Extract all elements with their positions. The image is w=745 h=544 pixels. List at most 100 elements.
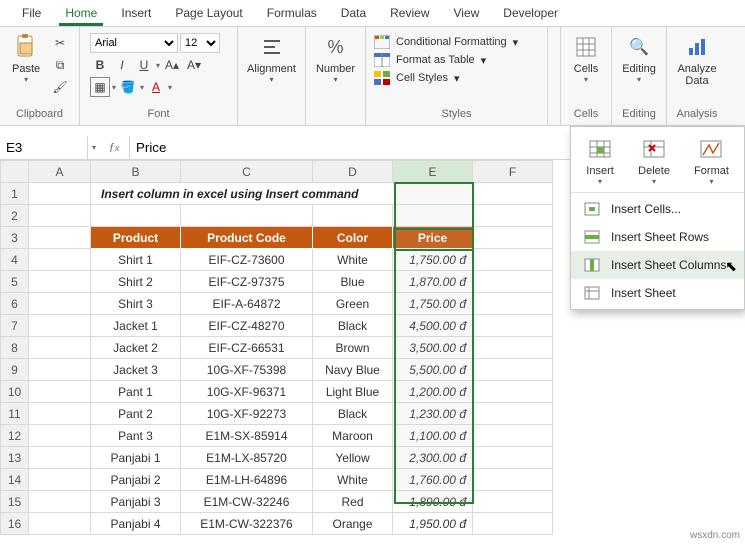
cell-product[interactable]: Panjabi 2 — [91, 469, 181, 491]
cell-price[interactable]: 1,890.00 — [393, 491, 473, 513]
font-increase-button[interactable]: A▴ — [162, 55, 182, 75]
cell-color[interactable]: White — [313, 469, 393, 491]
table-row[interactable]: 14 Panjabi 2E1M-LH-64896White1,760.00 — [1, 469, 553, 491]
cell-code[interactable]: E1M-CW-322376 — [181, 513, 313, 535]
row-header[interactable]: 3 — [1, 227, 29, 249]
tab-view[interactable]: View — [442, 2, 492, 26]
select-all-corner[interactable] — [1, 161, 29, 183]
col-header-E[interactable]: E — [393, 161, 473, 183]
tab-file[interactable]: File — [10, 2, 53, 26]
cell-price[interactable]: 1,230.00 — [393, 403, 473, 425]
cell-code[interactable]: 10G-XF-96371 — [181, 381, 313, 403]
cell-color[interactable]: Light Blue — [313, 381, 393, 403]
col-header-B[interactable]: B — [91, 161, 181, 183]
menu-insert-sheet-rows[interactable]: Insert Sheet Rows — [571, 223, 744, 251]
table-row[interactable]: 10Pant 110G-XF-96371Light Blue1,200.00 — [1, 381, 553, 403]
insert-split-button[interactable]: Insert ▾ — [580, 133, 620, 188]
cell-color[interactable]: White — [313, 249, 393, 271]
cell-price[interactable]: 1,200.00 — [393, 381, 473, 403]
delete-split-button[interactable]: Delete ▾ — [632, 133, 676, 188]
cell-product[interactable]: Pant 3 — [91, 425, 181, 447]
fx-button[interactable]: fx — [100, 136, 130, 159]
cell-product[interactable]: Shirt 1 — [91, 249, 181, 271]
row-header[interactable]: 13 — [1, 447, 29, 469]
tab-insert[interactable]: Insert — [109, 2, 163, 26]
cell-styles-button[interactable]: Cell Styles ▾ — [374, 71, 518, 85]
table-row[interactable]: 12Pant 3E1M-SX-85914Maroon1,100.00 — [1, 425, 553, 447]
cell-price[interactable]: 1,870.00 — [393, 271, 473, 293]
row-header[interactable]: 14 — [1, 469, 29, 491]
row-header[interactable]: 11 — [1, 403, 29, 425]
conditional-formatting-button[interactable]: Conditional Formatting ▾ — [374, 35, 518, 49]
cell-color[interactable]: Navy Blue — [313, 359, 393, 381]
cell-price[interactable]: 3,500.00 — [393, 337, 473, 359]
tab-home[interactable]: Home — [53, 2, 109, 26]
row-header[interactable]: 5 — [1, 271, 29, 293]
table-row[interactable]: 8 Jacket 2EIF-CZ-66531Brown3,500.00 — [1, 337, 553, 359]
fill-color-button[interactable]: 🪣 — [118, 77, 138, 97]
menu-insert-sheet-columns[interactable]: Insert Sheet Columns — [571, 251, 744, 279]
copy-button[interactable]: ⧉ — [50, 55, 70, 75]
borders-button[interactable]: ▦ — [90, 77, 110, 97]
cell-color[interactable]: Orange — [313, 513, 393, 535]
font-size-select[interactable]: 12 — [180, 33, 220, 53]
cell-color[interactable]: Brown — [313, 337, 393, 359]
paste-button[interactable]: Paste ▾ — [6, 31, 46, 86]
cell-code[interactable]: EIF-CZ-73600 — [181, 249, 313, 271]
cell-color[interactable]: Green — [313, 293, 393, 315]
row-header[interactable]: 10 — [1, 381, 29, 403]
cell-color[interactable]: Maroon — [313, 425, 393, 447]
row-header[interactable]: 2 — [1, 205, 29, 227]
table-row[interactable]: 7Jacket 1EIF-CZ-48270Black4,500.00 — [1, 315, 553, 337]
menu-insert-sheet[interactable]: Insert Sheet — [571, 279, 744, 307]
cell-code[interactable]: EIF-CZ-97375 — [181, 271, 313, 293]
cell-product[interactable]: Shirt 2 — [91, 271, 181, 293]
underline-button[interactable]: U — [134, 55, 154, 75]
format-as-table-button[interactable]: Format as Table ▾ — [374, 53, 518, 67]
menu-insert-cells[interactable]: Insert Cells... — [571, 195, 744, 223]
cell-color[interactable]: Blue — [313, 271, 393, 293]
cell-price[interactable]: 1,760.00 — [393, 469, 473, 491]
cell-price[interactable]: 1,750.00 — [393, 249, 473, 271]
row-header[interactable]: 7 — [1, 315, 29, 337]
name-box[interactable] — [0, 136, 88, 159]
col-header-D[interactable]: D — [313, 161, 393, 183]
tab-formulas[interactable]: Formulas — [255, 2, 329, 26]
cell-product[interactable]: Jacket 3 — [91, 359, 181, 381]
row-header[interactable]: 16 — [1, 513, 29, 535]
tab-review[interactable]: Review — [378, 2, 441, 26]
editing-button[interactable]: 🔍 Editing ▾ — [616, 31, 662, 86]
cell-code[interactable]: EIF-CZ-66531 — [181, 337, 313, 359]
cell-code[interactable]: E1M-CW-32246 — [181, 491, 313, 513]
cell-color[interactable]: Red — [313, 491, 393, 513]
tab-data[interactable]: Data — [329, 2, 378, 26]
cell-color[interactable]: Black — [313, 403, 393, 425]
table-row[interactable]: 13Panjabi 1E1M-LX-85720Yellow2,300.00 — [1, 447, 553, 469]
format-split-button[interactable]: Format ▾ — [688, 133, 735, 188]
cut-button[interactable]: ✂ — [50, 33, 70, 53]
cell-code[interactable]: 10G-XF-92273 — [181, 403, 313, 425]
alignment-button[interactable]: Alignment ▾ — [241, 31, 302, 86]
cell-product[interactable]: Panjabi 4 — [91, 513, 181, 535]
bold-button[interactable]: B — [90, 55, 110, 75]
font-family-select[interactable]: Arial — [90, 33, 178, 53]
cell-product[interactable]: Shirt 3 — [91, 293, 181, 315]
row-header[interactable]: 12 — [1, 425, 29, 447]
cell-price[interactable]: 1,100.00 — [393, 425, 473, 447]
font-color-button[interactable]: A — [146, 77, 166, 97]
row-header[interactable]: 15 — [1, 491, 29, 513]
row-header[interactable]: 8 — [1, 337, 29, 359]
cell-product[interactable]: Jacket 2 — [91, 337, 181, 359]
table-row[interactable]: 5 Shirt 2EIF-CZ-97375Blue1,870.00 — [1, 271, 553, 293]
table-row[interactable]: 6Shirt 3EIF-A-64872Green1,750.00 — [1, 293, 553, 315]
tab-developer[interactable]: Developer — [491, 2, 570, 26]
cell-product[interactable]: Pant 2 — [91, 403, 181, 425]
cells-button[interactable]: Cells ▾ — [566, 31, 606, 86]
analyze-data-button[interactable]: Analyze Data — [671, 31, 722, 89]
cell-price[interactable]: 1,750.00 — [393, 293, 473, 315]
cell-code[interactable]: E1M-LH-64896 — [181, 469, 313, 491]
number-button[interactable]: % Number ▾ — [310, 31, 361, 86]
row-header[interactable]: 4 — [1, 249, 29, 271]
cell-code[interactable]: E1M-LX-85720 — [181, 447, 313, 469]
cell-code[interactable]: EIF-CZ-48270 — [181, 315, 313, 337]
